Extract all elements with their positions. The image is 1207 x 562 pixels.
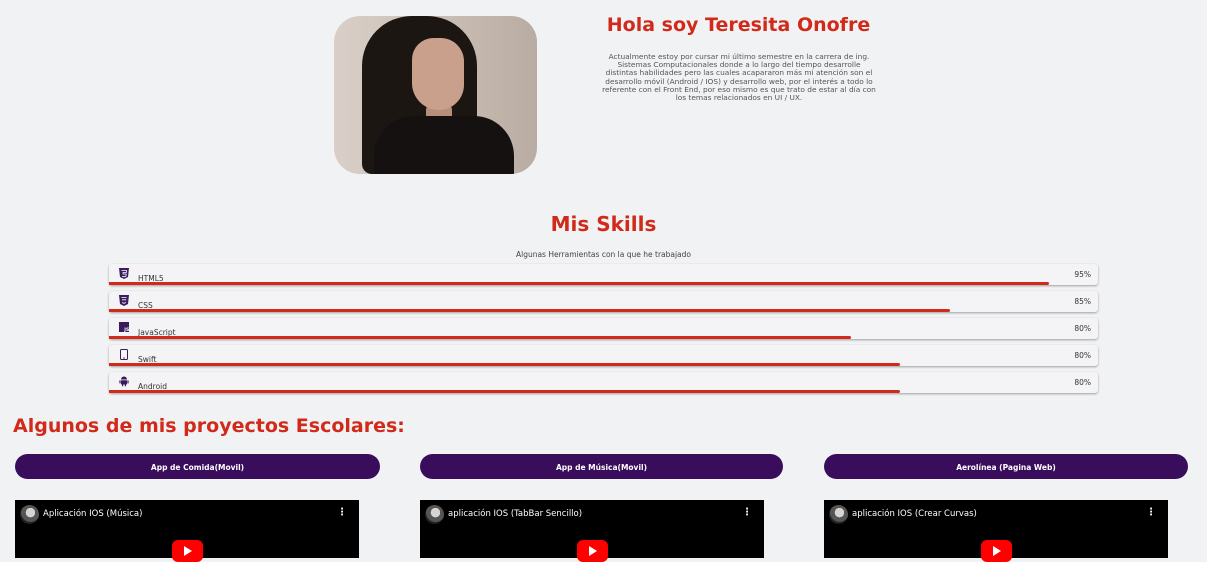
android-icon [119, 376, 129, 387]
photo-face [412, 38, 464, 110]
more-options-icon[interactable]: ⋮ [1146, 507, 1156, 518]
video-title[interactable]: aplicación IOS (TabBar Sencillo) [448, 509, 582, 519]
mobile-phone-icon [120, 349, 128, 360]
video-title[interactable]: Aplicación IOS (Música) [43, 509, 142, 519]
skill-percent: 85% [1074, 297, 1091, 306]
html5-icon [119, 268, 129, 279]
skill-percent: 95% [1074, 270, 1091, 279]
skill-css: CSS 85% [109, 291, 1098, 312]
more-options-icon[interactable]: ⋮ [742, 507, 752, 518]
project-button-music-app[interactable]: App de Música(Movil) [420, 454, 783, 479]
skill-android: Android 80% [109, 372, 1098, 393]
skill-progress-bar [109, 363, 901, 366]
youtube-play-icon[interactable] [577, 540, 608, 562]
skill-progress-bar [109, 336, 851, 339]
skill-swift: Swift 80% [109, 345, 1098, 366]
intro-text: Actualmente estoy por cursar mi último s… [602, 52, 876, 103]
photo-body [374, 116, 514, 174]
javascript-icon: JS [119, 322, 129, 333]
skill-percent: 80% [1074, 324, 1091, 333]
skills-subtitle: Algunas Herramientas con la que he traba… [515, 250, 692, 259]
css3-icon [119, 295, 129, 306]
page-title: Hola soy Teresita Onofre [606, 14, 871, 36]
svg-text:JS: JS [123, 327, 129, 333]
project-button-airline-web[interactable]: Aerolínea (Pagina Web) [824, 454, 1188, 479]
skill-percent: 80% [1074, 378, 1091, 387]
skill-percent: 80% [1074, 351, 1091, 360]
channel-avatar[interactable] [829, 505, 848, 524]
video-embed-curves[interactable]: aplicación IOS (Crear Curvas) ⋮ [824, 500, 1168, 562]
projects-title: Algunos de mis proyectos Escolares: [13, 415, 405, 437]
skill-javascript: JS JavaScript 80% [109, 318, 1098, 339]
youtube-play-icon[interactable] [981, 540, 1012, 562]
profile-photo [334, 16, 537, 174]
project-button-food-app[interactable]: App de Comida(Movil) [15, 454, 380, 479]
skills-title: Mis Skills [550, 212, 657, 236]
channel-avatar[interactable] [425, 505, 444, 524]
video-embed-music[interactable]: Aplicación IOS (Música) ⋮ [15, 500, 359, 562]
video-embed-tabbar[interactable]: aplicación IOS (TabBar Sencillo) ⋮ [420, 500, 764, 562]
video-title[interactable]: aplicación IOS (Crear Curvas) [852, 509, 977, 519]
youtube-play-icon[interactable] [172, 540, 203, 562]
skill-html5: HTML5 95% [109, 264, 1098, 285]
skill-progress-bar [109, 309, 950, 312]
skill-progress-bar [109, 390, 901, 393]
channel-avatar[interactable] [20, 505, 39, 524]
more-options-icon[interactable]: ⋮ [337, 507, 347, 518]
skill-progress-bar [109, 282, 1049, 285]
